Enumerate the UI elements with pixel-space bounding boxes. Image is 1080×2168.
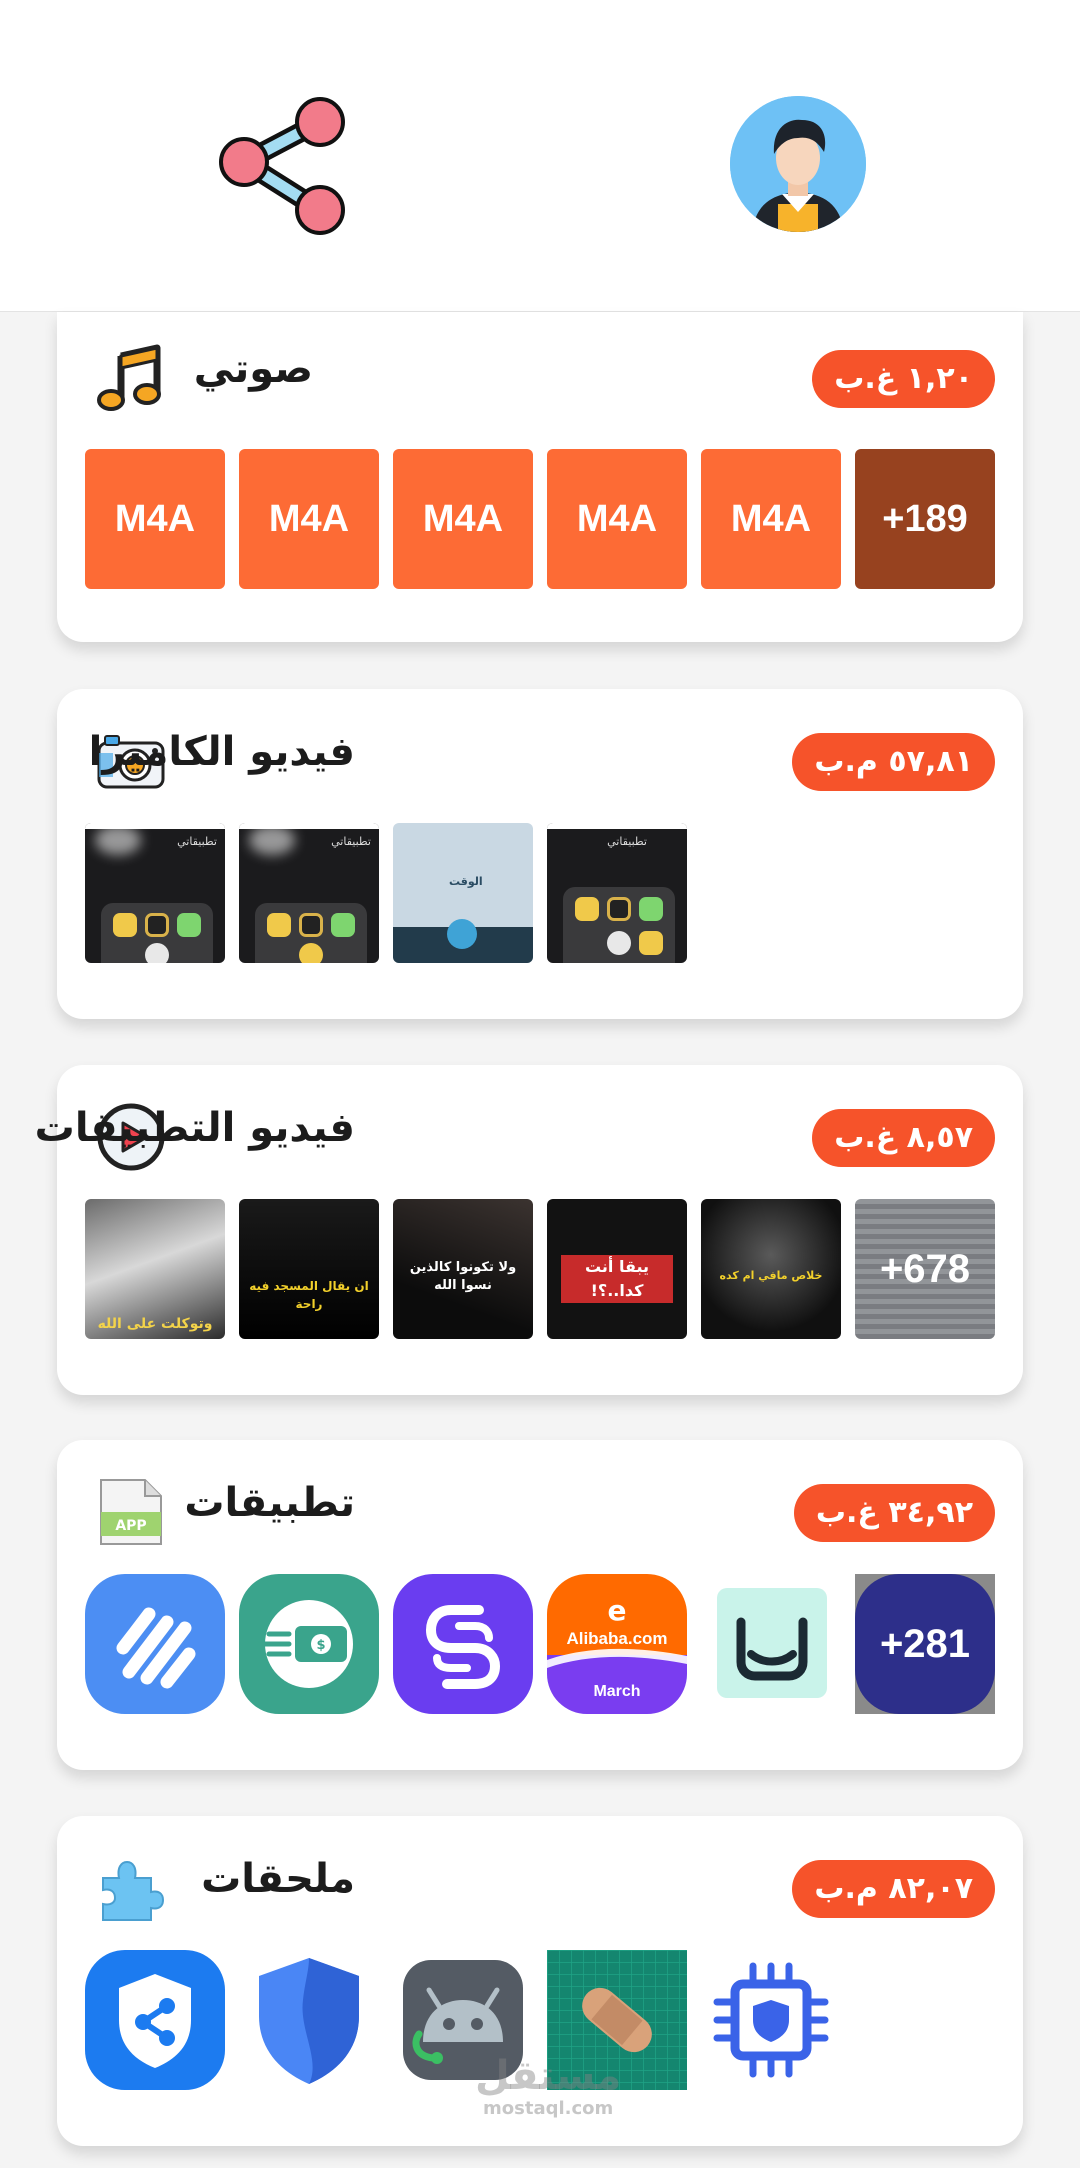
size-badge: ٨٢,٠٧ م.ب [792,1860,995,1918]
apk-file-icon: APP [95,1476,167,1548]
thumbnail-caption: يبقا أنت كدا..؟! [561,1255,673,1303]
category-title: فيديو التطبيقات [34,1105,355,1151]
video-thumbnail[interactable]: تطبيقاتي [85,823,225,963]
thumbnail-glow [249,825,295,855]
audio-tile[interactable]: M4A [393,449,533,589]
video-thumbnail[interactable]: تطبيقاتي [547,823,687,963]
audio-card[interactable]: صوتي ١,٢٠ غ.ب M4A M4A M4A M4A M4A +189 [57,312,1023,642]
watermark-latin: mostaql.com [483,2098,614,2119]
alibaba-label: Alibaba.com [566,1629,667,1648]
thumbnail-caption: خلاص مافي ام كده [719,1269,823,1282]
addons-card[interactable]: ملحقات ٨٢,٠٧ م.ب مستقل mostaql.com [57,1816,1023,2146]
link-app-icon[interactable] [393,1574,533,1714]
watermark-arabic: مستقل [475,2053,622,2099]
thumbnail-caption: ولا تكونوا كالذين نسوا الله [409,1260,517,1293]
size-badge: ٨,٥٧ غ.ب [812,1109,995,1167]
size-badge: ١,٢٠ غ.ب [812,350,995,408]
video-thumbnail[interactable]: الوقت [393,823,533,963]
tile-row: تطبيقاتي تطبيقاتي الوقت تطبيقاتي [85,823,995,963]
tile-row: M4A M4A M4A M4A M4A +189 [85,449,995,589]
apps-card[interactable]: APP تطبيقات ٣٤,٩٢ غ.ب $ e Alibaba.com Ma… [57,1440,1023,1770]
thumbnail-label: تطبيقاتي [177,835,217,848]
thumbnail-glow [95,825,141,855]
size-badge: ٥٧,٨١ م.ب [792,733,995,791]
more-count: +678 [855,1199,995,1339]
thumbnail-label: الوقت [449,875,483,888]
app-video-card[interactable]: فيديو التطبيقات ٨,٥٧ غ.ب وتوكلت على الله… [35,1065,1023,1395]
audio-tile[interactable]: M4A [239,449,379,589]
size-badge: ٣٤,٩٢ غ.ب [793,1484,995,1542]
more-count-tile[interactable]: +189 [855,449,995,589]
category-title: فيديو الكاميرا [88,729,355,775]
thumbnail-panel [255,903,367,963]
thumbnail-label: تطبيقاتي [607,835,647,848]
share-shield-app-icon[interactable] [85,1950,225,2090]
svg-text:$: $ [316,1638,325,1653]
smile-box-app-icon[interactable] [701,1574,841,1714]
svg-text:e: e [608,1594,627,1627]
thumbnail-panel [393,919,533,963]
audio-tile[interactable]: M4A [547,449,687,589]
more-count: +281 [879,1621,971,1666]
video-thumbnail[interactable]: تطبيقاتي [239,823,379,963]
thumbnail-panel [563,887,675,963]
category-title: تطبيقات [184,1480,355,1526]
audio-tile[interactable]: M4A [85,449,225,589]
app-header [0,0,1080,312]
watermark: مستقل mostaql.com [475,2054,621,2119]
video-thumbnail[interactable]: ان يقال المسجد فيه راحة [239,1199,379,1339]
music-note-icon [93,342,165,414]
thumbnail-caption: وتوكلت على الله [97,1316,213,1332]
money-transfer-app-icon[interactable]: $ [239,1574,379,1714]
more-count-tile[interactable]: +678 [855,1199,995,1339]
shield-app-icon[interactable] [239,1950,379,2090]
thumbnail-status-bar [547,823,687,829]
puzzle-icon [95,1852,167,1924]
camera-video-card[interactable]: فيديو الكاميرا ٥٧,٨١ م.ب تطبيقاتي تطبيقا… [57,689,1023,1019]
tile-row: وتوكلت على الله ان يقال المسجد فيه راحة … [85,1199,995,1339]
alibaba-sub-label: March [593,1683,640,1700]
audio-tile[interactable]: M4A [701,449,841,589]
category-title: صوتي [193,346,313,392]
share-icon[interactable] [212,90,352,240]
video-thumbnail[interactable]: يبقا أنت كدا..؟! [547,1199,687,1339]
video-thumbnail[interactable]: خلاص مافي ام كده [701,1199,841,1339]
user-avatar[interactable] [730,96,866,232]
app-stripes-icon[interactable] [85,1574,225,1714]
more-count-tile[interactable]: +281 [855,1574,995,1714]
alibaba-app-icon[interactable]: e Alibaba.com March [547,1574,687,1714]
thumbnail-label: تطبيقاتي [331,835,371,848]
thumbnail-panel [101,903,213,963]
chip-shield-app-icon[interactable] [701,1950,841,2090]
category-title: ملحقات [201,1856,355,1902]
tile-row: $ e Alibaba.com March +281 [85,1574,995,1714]
video-thumbnail[interactable]: ولا تكونوا كالذين نسوا الله [393,1199,533,1339]
video-thumbnail[interactable]: وتوكلت على الله [85,1199,225,1339]
thumbnail-caption: ان يقال المسجد فيه راحة [249,1279,369,1311]
apk-label: APP [115,1518,146,1534]
